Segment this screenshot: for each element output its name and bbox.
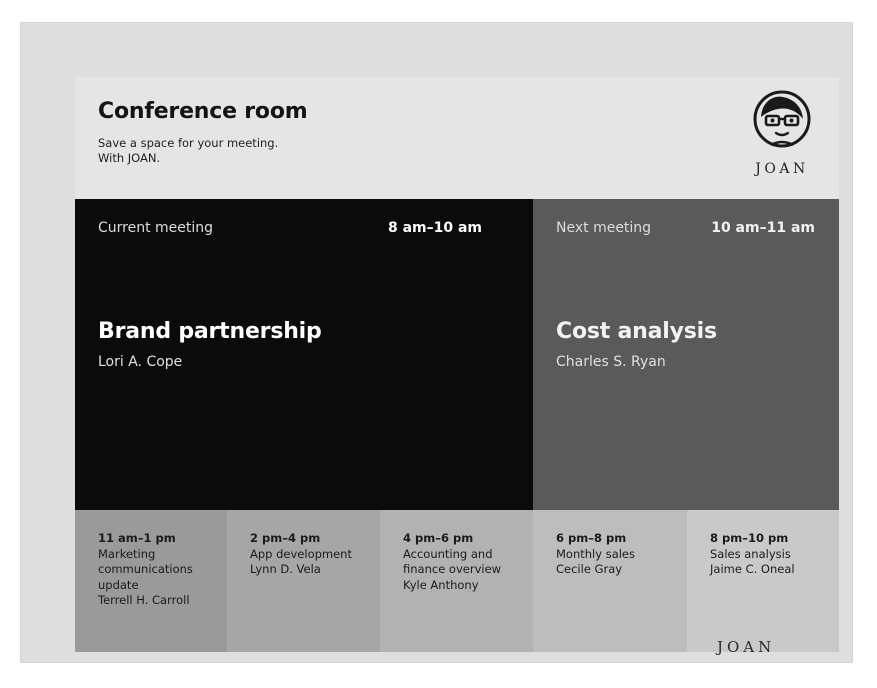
room-header: Conference room Save a space for your me… xyxy=(75,77,839,199)
room-title: Conference room xyxy=(98,99,308,124)
next-meeting-label: Next meeting xyxy=(556,220,652,236)
schedule-slot-time: 4 pm–6 pm xyxy=(403,531,474,545)
schedule-slot-title: Sales analysis xyxy=(710,546,791,561)
schedule-slot-2[interactable]: 2 pm–4 pm App development Lynn D. Vela xyxy=(227,510,380,652)
schedule-slot-host: Lynn D. Vela xyxy=(250,562,321,576)
schedule-slot-time: 6 pm–8 pm xyxy=(556,531,627,545)
current-meeting-host: Lori A. Cope xyxy=(98,354,183,370)
schedule-slot-time: 11 am–1 pm xyxy=(98,531,176,545)
schedule-slot-content: 2 pm–4 pm App development Lynn D. Vela xyxy=(250,531,372,578)
current-meeting-panel[interactable]: Current meeting 8 am–10 am Brand partner… xyxy=(75,199,533,510)
current-meeting-title: Brand partnership xyxy=(98,319,322,344)
schedule-slot-host: Terrell H. Carroll xyxy=(98,593,190,607)
schedule-slot-title: Marketing communications update xyxy=(98,546,193,592)
next-meeting-time: 10 am–11 am xyxy=(711,220,815,236)
current-meeting-label: Current meeting xyxy=(98,220,214,236)
joan-logo: JOAN xyxy=(748,89,816,179)
schedule-slot-content: 4 pm–6 pm Accounting and finance overvie… xyxy=(403,531,525,593)
schedule-slot-content: 11 am–1 pm Marketing communications upda… xyxy=(98,531,219,609)
schedule-slot-3[interactable]: 4 pm–6 pm Accounting and finance overvie… xyxy=(380,510,533,652)
schedule-slot-host: Kyle Anthony xyxy=(403,577,479,592)
schedule-slot-content: 8 pm–10 pm Sales analysis Jaime C. Oneal xyxy=(710,531,831,578)
subtitle-line-1: Save a space for your meeting. xyxy=(98,136,279,150)
schedule-slot-time: 8 pm–10 pm xyxy=(710,531,789,545)
schedule-slot-title: Monthly sales xyxy=(556,546,636,561)
schedule-slot-5[interactable]: 8 pm–10 pm Sales analysis Jaime C. Oneal xyxy=(687,510,839,652)
room-display-screen: Conference room Save a space for your me… xyxy=(75,77,839,652)
schedule-slot-host: Jaime C. Oneal xyxy=(710,562,795,576)
schedule-slot-host: Cecile Gray xyxy=(556,562,623,576)
schedule-slot-content: 6 pm–8 pm Monthly sales Cecile Gray xyxy=(556,531,679,578)
next-meeting-title: Cost analysis xyxy=(556,319,717,344)
schedule-slot-time: 2 pm–4 pm xyxy=(250,531,321,545)
joan-face-icon xyxy=(753,90,811,148)
schedule-slot-title: Accounting and finance overview xyxy=(403,546,502,577)
next-meeting-panel[interactable]: Next meeting 10 am–11 am Cost analysis C… xyxy=(533,199,839,510)
schedule-slot-1[interactable]: 11 am–1 pm Marketing communications upda… xyxy=(75,510,227,652)
schedule-slot-title: App development xyxy=(250,546,352,561)
subtitle-line-2: With JOAN. xyxy=(98,151,161,165)
next-meeting-host: Charles S. Ryan xyxy=(556,354,666,370)
joan-device-frame: Conference room Save a space for your me… xyxy=(20,22,853,663)
schedule-slot-4[interactable]: 6 pm–8 pm Monthly sales Cecile Gray xyxy=(533,510,687,652)
room-subtitle: Save a space for your meeting. With JOAN… xyxy=(98,136,278,166)
logo-wordmark: JOAN xyxy=(755,161,809,177)
current-meeting-time: 8 am–10 am xyxy=(387,220,482,236)
device-brand-wordmark: JOAN xyxy=(717,638,776,656)
